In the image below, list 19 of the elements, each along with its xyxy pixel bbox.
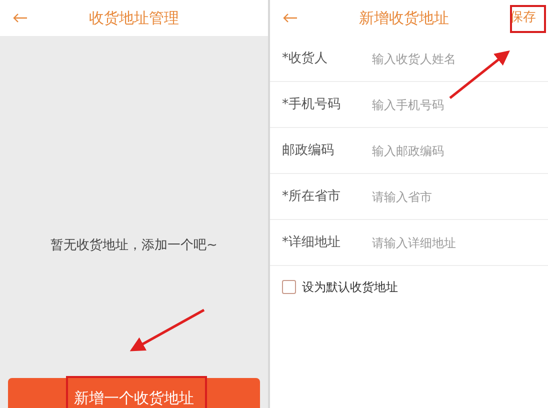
input-field[interactable]: 输入收货人姓名 — [372, 50, 536, 68]
field-label: *详细地址 — [282, 234, 342, 252]
field-label: *收货人 — [282, 50, 328, 68]
default-checkbox[interactable] — [282, 280, 296, 294]
field-label: *所在省市 — [282, 188, 342, 206]
highlight-frame — [510, 5, 546, 33]
back-arrow-icon[interactable] — [12, 13, 28, 23]
screen-title: 收货地址管理 — [88, 8, 180, 29]
input-field[interactable]: 输入手机号码 — [372, 96, 536, 114]
checkbox-label: 设为默认收货地址 — [302, 279, 398, 296]
input-field[interactable]: 请输入详细地址 — [372, 234, 536, 252]
field-label: 邮政编码 — [282, 142, 335, 160]
input-field[interactable]: 输入邮政编码 — [372, 142, 536, 160]
input-field[interactable]: 请输入省市 — [372, 188, 536, 206]
add-address-button[interactable]: 新增一个收货地址 — [8, 378, 260, 408]
empty-message: 暂无收货地址，添加一个吧~ — [50, 237, 218, 255]
field-label: *手机号码 — [282, 96, 342, 114]
screen-title: 新增收货地址 — [358, 8, 450, 29]
back-arrow-icon[interactable] — [282, 13, 298, 23]
